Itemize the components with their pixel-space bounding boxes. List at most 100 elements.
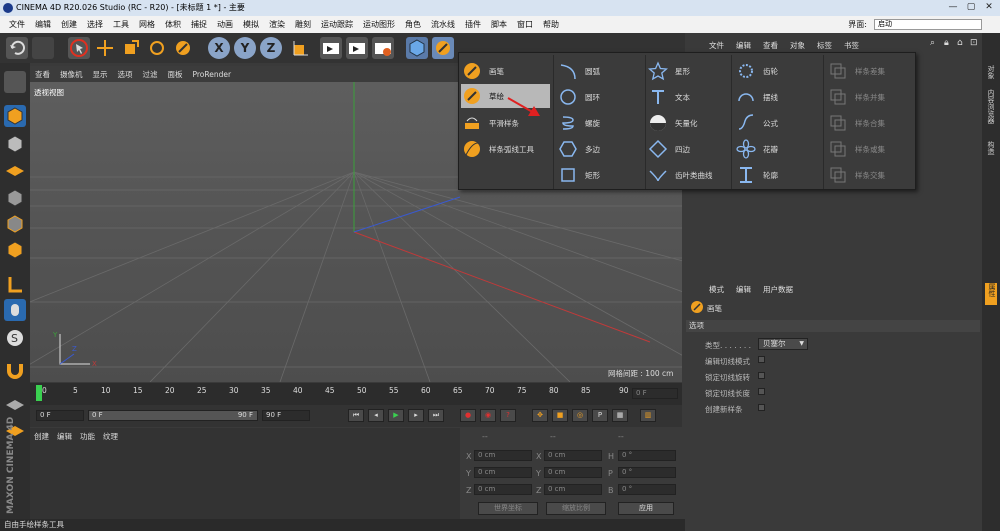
menu-mograph[interactable]: 运动图形 <box>358 16 400 33</box>
pos-y-field[interactable]: 0 cm <box>474 467 532 478</box>
apply-button[interactable]: 应用 <box>618 502 674 515</box>
vp-menu-panel[interactable]: 面板 <box>163 69 188 80</box>
vp-menu-view[interactable]: 查看 <box>30 69 55 80</box>
menu-create[interactable]: 创建 <box>56 16 82 33</box>
pos-z-field[interactable]: 0 cm <box>474 484 532 495</box>
menu-plugins[interactable]: 插件 <box>460 16 486 33</box>
vp-menu-options[interactable]: 选项 <box>113 69 138 80</box>
new-window-icon[interactable]: ⊡ <box>970 38 978 48</box>
popup-item-helix[interactable]: 螺旋 <box>557 111 600 135</box>
tab-attributes[interactable]: 属性 <box>985 283 997 305</box>
end-frame-field[interactable]: 90 F <box>262 410 310 421</box>
menu-mesh[interactable]: 网格 <box>134 16 160 33</box>
axis-mode-icon[interactable] <box>4 273 26 295</box>
autokey-icon[interactable]: ◉ <box>480 409 496 422</box>
workplane-icon[interactable] <box>4 159 26 181</box>
menu-tools[interactable]: 工具 <box>108 16 134 33</box>
redo-icon[interactable] <box>32 37 54 59</box>
popup-item-flower[interactable]: 花瓣 <box>735 137 778 161</box>
popup-item-vectorizer[interactable]: 矢量化 <box>647 111 698 135</box>
mat-menu-edit[interactable]: 编辑 <box>57 431 72 442</box>
go-to-start-icon[interactable]: ⏮ <box>348 409 364 422</box>
y-axis-toggle[interactable]: Y <box>234 37 256 59</box>
key-position-icon[interactable]: ✥ <box>532 409 548 422</box>
menu-render[interactable]: 渲染 <box>264 16 290 33</box>
attr-menu-userdata[interactable]: 用户数据 <box>757 284 799 295</box>
key-scale-icon[interactable]: ■ <box>552 409 568 422</box>
size-x-field[interactable]: 0 cm <box>544 450 602 461</box>
pen-spline-icon[interactable] <box>432 37 454 59</box>
popup-item-pen[interactable]: 画笔 <box>461 59 551 83</box>
key-rotation-icon[interactable]: ◎ <box>572 409 588 422</box>
opt-lock-tangent-rotation-checkbox[interactable] <box>758 372 765 379</box>
popup-item-spline-arc-tool[interactable]: 样条弧线工具 <box>461 137 551 161</box>
popup-item-profile[interactable]: 轮廓 <box>735 163 778 187</box>
popup-item-polygon[interactable]: 多边 <box>557 137 600 161</box>
obj-menu-view[interactable]: 查看 <box>757 40 784 51</box>
popup-item-cogwheel[interactable]: 齿轮 <box>735 59 778 83</box>
popup-item-circle[interactable]: 圆环 <box>557 85 600 109</box>
vp-menu-camera[interactable]: 摄像机 <box>55 69 88 80</box>
obj-menu-file[interactable]: 文件 <box>703 40 730 51</box>
vp-menu-display[interactable]: 显示 <box>88 69 113 80</box>
key-pla-icon[interactable]: ▦ <box>612 409 628 422</box>
close-button[interactable]: ✕ <box>980 1 998 14</box>
attr-menu-edit[interactable]: 编辑 <box>730 284 757 295</box>
maximize-button[interactable]: ▢ <box>962 1 980 14</box>
key-parameter-icon[interactable]: P <box>592 409 608 422</box>
layout-select[interactable]: 启动 <box>874 19 982 30</box>
start-frame-field[interactable]: 0 F <box>36 410 84 421</box>
render-view-icon[interactable] <box>320 37 342 59</box>
obj-menu-edit[interactable]: 编辑 <box>730 40 757 51</box>
menu-pipeline[interactable]: 流水线 <box>426 16 460 33</box>
rot-p-field[interactable]: 0 ° <box>618 467 676 478</box>
popup-item-rectangle[interactable]: 矩形 <box>557 163 600 187</box>
pos-x-field[interactable]: 0 cm <box>474 450 532 461</box>
z-axis-toggle[interactable]: Z <box>260 37 282 59</box>
previous-key-icon[interactable]: ◂ <box>368 409 384 422</box>
rot-h-field[interactable]: 0 ° <box>618 450 676 461</box>
render-picture-viewer-icon[interactable] <box>346 37 368 59</box>
popup-item-star[interactable]: 星形 <box>647 59 690 83</box>
minimize-button[interactable]: — <box>944 1 962 14</box>
menu-animate[interactable]: 动画 <box>212 16 238 33</box>
menu-sculpt[interactable]: 雕刻 <box>290 16 316 33</box>
attr-section-options[interactable]: 选项 <box>686 320 980 332</box>
polygons-mode-icon[interactable] <box>4 239 26 261</box>
rotate-icon[interactable] <box>146 37 168 59</box>
tab-structure[interactable]: 构造 <box>986 141 996 155</box>
frame-range-slider[interactable]: 0 F 90 F <box>88 410 258 421</box>
menu-edit[interactable]: 编辑 <box>30 16 56 33</box>
go-to-end-icon[interactable]: ⏭ <box>428 409 444 422</box>
lock-workplane-icon[interactable] <box>4 393 26 415</box>
opt-lock-tangent-length-checkbox[interactable] <box>758 388 765 395</box>
tab-objects[interactable]: 对象 <box>986 65 996 79</box>
menu-select[interactable]: 选择 <box>82 16 108 33</box>
mat-menu-function[interactable]: 功能 <box>80 431 95 442</box>
x-axis-toggle[interactable]: X <box>208 37 230 59</box>
obj-menu-objects[interactable]: 对象 <box>784 40 811 51</box>
scale-icon[interactable] <box>120 37 142 59</box>
mat-menu-create[interactable]: 创建 <box>34 431 49 442</box>
popup-item-cissoid[interactable]: 齿叶类曲线 <box>647 163 713 187</box>
tweak-mode-icon[interactable] <box>4 299 26 321</box>
points-mode-icon[interactable] <box>4 187 26 209</box>
timeline-window-icon[interactable]: ▥ <box>640 409 656 422</box>
popup-item-4-side[interactable]: 四边 <box>647 137 690 161</box>
menu-motion-tracking[interactable]: 运动跟踪 <box>316 16 358 33</box>
make-editable-icon[interactable] <box>4 71 26 93</box>
world-coordinates-dropdown[interactable]: 世界坐标 <box>478 502 538 515</box>
undo-icon[interactable] <box>6 37 28 59</box>
coordinate-system-icon[interactable] <box>288 37 310 59</box>
model-mode-icon[interactable] <box>4 105 26 127</box>
type-dropdown[interactable]: 贝塞尔 ▼ <box>758 338 808 350</box>
obj-menu-tags[interactable]: 标签 <box>811 40 838 51</box>
texture-mode-icon[interactable] <box>4 133 26 155</box>
tab-content-browser[interactable]: 内容浏览器 <box>986 89 996 124</box>
menu-file[interactable]: 文件 <box>4 16 30 33</box>
play-icon[interactable]: ▶ <box>388 409 404 422</box>
popup-item-formula[interactable]: 公式 <box>735 111 778 135</box>
record-icon[interactable]: ● <box>460 409 476 422</box>
mat-menu-texture[interactable]: 纹理 <box>103 431 118 442</box>
current-frame-field[interactable]: 0 F <box>632 388 678 399</box>
